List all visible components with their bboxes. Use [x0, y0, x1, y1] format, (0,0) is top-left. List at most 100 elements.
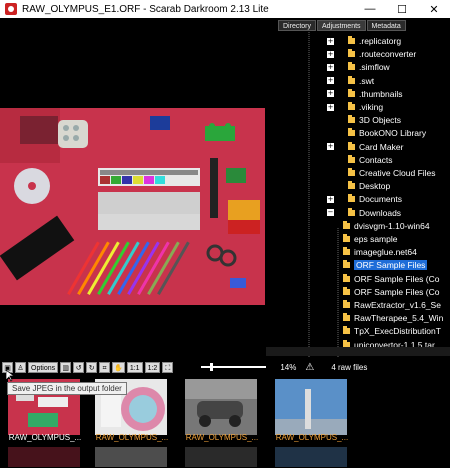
- folder-icon: [348, 49, 355, 58]
- tree-item-label: Desktop: [359, 181, 391, 192]
- tree-item[interactable]: + Card Maker: [327, 141, 403, 153]
- thumbnail-image[interactable]: [275, 379, 347, 435]
- tree-item-label: eps sample: [354, 234, 398, 244]
- tree-item-label: ORF Sample Files (Co: [354, 273, 440, 284]
- expand-toggle-icon[interactable]: +: [327, 50, 334, 58]
- photo-preview: [0, 108, 265, 305]
- thumbnail-image[interactable]: [185, 447, 257, 467]
- tree-item-label: .routeconverter: [359, 49, 417, 60]
- tab-adjustments[interactable]: Adjustments: [317, 20, 366, 31]
- tree-item-label: .thumbnails: [359, 88, 403, 99]
- tree-item[interactable]: ORF Sample Files: [343, 259, 428, 271]
- warning-icon[interactable]: ⚠: [304, 362, 315, 373]
- expand-toggle-icon[interactable]: +: [327, 103, 334, 111]
- tree-item[interactable]: + .routeconverter: [327, 48, 416, 60]
- tree-item[interactable]: ORF Sample Files (Co: [343, 273, 440, 285]
- folder-icon: [343, 326, 350, 335]
- thumbnail-image[interactable]: [185, 379, 257, 435]
- tree-horizontal-scrollbar[interactable]: [266, 347, 450, 356]
- tree-item[interactable]: 3D Objects: [327, 114, 401, 126]
- expand-toggle-icon[interactable]: +: [327, 90, 334, 98]
- thumbnail-image[interactable]: [275, 447, 347, 467]
- image-viewer[interactable]: [0, 18, 266, 356]
- expand-toggle-icon[interactable]: +: [327, 63, 334, 71]
- zoom-1-1-button[interactable]: 1:1: [126, 361, 143, 373]
- zoom-1-2-button[interactable]: 1:2: [144, 361, 161, 373]
- tree-item-label: RawTherapee_5.4_Win: [354, 313, 444, 324]
- folder-icon: [348, 75, 355, 84]
- tree-item[interactable]: + .viking: [327, 101, 383, 113]
- folder-icon: [343, 286, 350, 295]
- tree-item[interactable]: − Downloads: [327, 207, 401, 219]
- tab-directory[interactable]: Directory: [278, 20, 317, 31]
- minimize-button[interactable]: —: [354, 0, 386, 18]
- thumbnail-label: RAW_OLYMPUS_...: [185, 433, 259, 442]
- photo-content-image: [0, 108, 265, 305]
- tree-item-label: Card Maker: [359, 141, 404, 152]
- tree-item-label: dvisvgm-1.10-win64: [354, 220, 430, 231]
- folder-icon: [343, 273, 350, 282]
- expand-toggle-icon[interactable]: +: [327, 195, 334, 203]
- expand-toggle-icon[interactable]: +: [327, 77, 334, 85]
- expand-toggle-icon[interactable]: −: [327, 209, 334, 217]
- tree-item-label: BookONO Library: [359, 128, 427, 139]
- tree-item[interactable]: Desktop: [327, 180, 390, 192]
- tree-item-label: Downloads: [359, 207, 402, 218]
- folder-icon: [348, 207, 355, 216]
- directory-tree[interactable]: + .replicatorg + .routeconverter + .simflow +.…: [266, 32, 450, 358]
- folder-icon: [348, 181, 355, 190]
- person-icon[interactable]: ♙: [15, 361, 26, 373]
- folder-icon: [343, 260, 350, 269]
- expand-toggle-icon[interactable]: +: [327, 37, 334, 45]
- thumbnail-label: RAW_OLYMPUS_...: [95, 433, 169, 442]
- maximize-button[interactable]: ☐: [386, 0, 418, 18]
- tree-item[interactable]: RawTherapee_5.4_Win: [343, 312, 443, 324]
- tree-item[interactable]: BookONO Library: [327, 127, 426, 139]
- folder-icon: [348, 141, 355, 150]
- thumbnail-image[interactable]: [95, 447, 167, 467]
- expand-toggle-icon[interactable]: +: [327, 143, 334, 151]
- tree-item[interactable]: + Documents: [327, 193, 402, 205]
- folder-icon: [343, 234, 350, 242]
- hand-icon[interactable]: ✋: [112, 361, 125, 373]
- tree-item[interactable]: ORF Sample Files (Co: [343, 286, 440, 298]
- folder-icon: [348, 194, 355, 203]
- rotate-left-icon[interactable]: ↺: [73, 361, 85, 373]
- tree-item[interactable]: Creative Cloud Files: [327, 167, 436, 179]
- zoom-slider[interactable]: [201, 363, 267, 371]
- tree-item[interactable]: + .replicatorg: [327, 35, 401, 47]
- tree-item[interactable]: RawExtractor_v1.6_Se: [343, 299, 441, 311]
- tree-item-label: Creative Cloud Files: [359, 168, 436, 178]
- folder-icon: [343, 220, 350, 229]
- tree-item[interactable]: eps sample: [343, 233, 397, 245]
- fit-icon[interactable]: ⛶: [162, 361, 174, 373]
- tab-metadata[interactable]: Metadata: [366, 20, 406, 31]
- close-button[interactable]: ✕: [418, 0, 450, 18]
- zoom-percent: 14%: [280, 362, 297, 372]
- tree-item[interactable]: + .swt: [327, 75, 374, 87]
- folder-icon: [348, 168, 355, 176]
- tree-item-label: imageglue.net64: [354, 247, 417, 258]
- tree-item[interactable]: TpX_ExecDistributionT: [343, 325, 441, 337]
- tree-item[interactable]: Contacts: [327, 154, 393, 166]
- folder-icon: [348, 88, 355, 97]
- tree-item[interactable]: + .thumbnails: [327, 88, 402, 100]
- folder-icon: [348, 128, 355, 137]
- zoom-slider-knob[interactable]: [210, 363, 214, 371]
- tree-item-label: .viking: [359, 102, 384, 112]
- thumbnail-image[interactable]: [8, 447, 80, 467]
- tree-item[interactable]: imageglue.net64: [343, 246, 417, 258]
- mouse-cursor-icon: [6, 370, 14, 382]
- tree-item[interactable]: dvisvgm-1.10-win64: [343, 220, 430, 232]
- toolbar: ▣ ♙ Options ▥ ↺ ↻ ⌗ ✋ 1:1 1:2 ⛶ 14% ⚠ 4 …: [0, 358, 450, 376]
- folder-icon: [348, 115, 355, 124]
- folder-icon: [348, 36, 355, 44]
- trash-icon[interactable]: ▥: [60, 361, 72, 373]
- options-button[interactable]: Options: [28, 361, 59, 373]
- tree-item-label: .swt: [359, 75, 375, 86]
- folder-icon: [348, 154, 355, 163]
- rotate-right-icon[interactable]: ↻: [86, 361, 98, 373]
- crop-icon[interactable]: ⌗: [99, 361, 111, 373]
- tree-item[interactable]: + .simflow: [327, 61, 390, 73]
- folder-icon: [343, 313, 350, 322]
